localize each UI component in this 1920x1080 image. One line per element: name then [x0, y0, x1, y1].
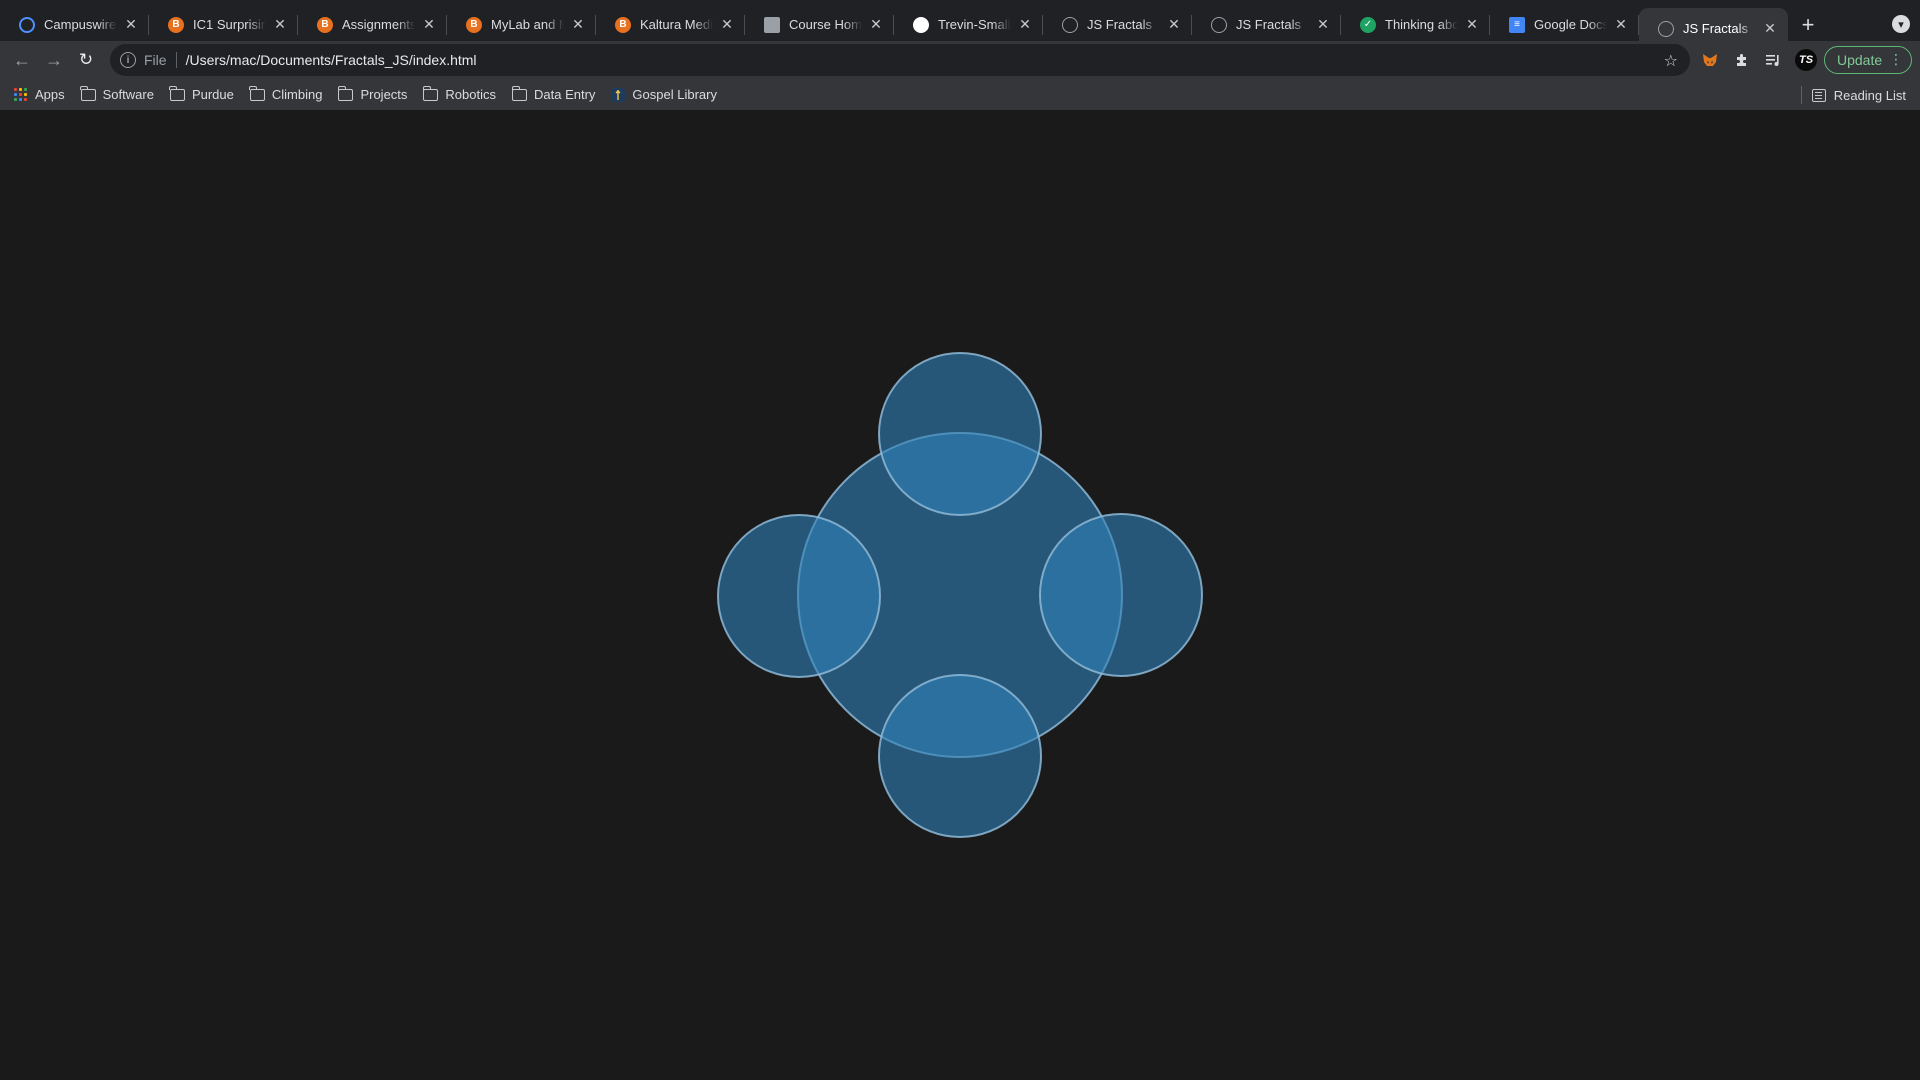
- close-icon[interactable]: ✕: [1464, 16, 1480, 33]
- folder-icon: [249, 85, 265, 101]
- bookmark-apps[interactable]: Apps: [14, 87, 65, 102]
- brightspace-icon: B: [317, 16, 333, 33]
- media-queue-icon[interactable]: [1763, 50, 1783, 70]
- top-circle: [878, 352, 1042, 516]
- tab-title: Thinking about: [1385, 17, 1458, 32]
- campuswire-icon: [19, 16, 35, 33]
- tab-search-icon[interactable]: ▾: [1892, 15, 1910, 33]
- github-icon: [913, 16, 929, 33]
- tab-title: JS Fractals: [1236, 17, 1302, 32]
- globe-icon: [1211, 16, 1227, 33]
- update-label: Update: [1837, 52, 1883, 68]
- close-icon[interactable]: ✕: [1017, 16, 1033, 33]
- right-circle: [1039, 513, 1203, 677]
- bottom-circle: [878, 674, 1042, 838]
- close-icon[interactable]: ✕: [868, 16, 884, 33]
- tab-title: JS Fractals: [1087, 17, 1153, 32]
- gospel-library-icon: [611, 87, 626, 102]
- bookmark-label: Data Entry: [534, 87, 596, 102]
- metamask-extension-icon[interactable]: [1700, 50, 1720, 70]
- brightspace-icon: B: [168, 16, 184, 33]
- folder-icon: [511, 85, 527, 101]
- google-docs-icon: ≡: [1509, 16, 1525, 33]
- bookmark-software[interactable]: Software: [80, 85, 154, 102]
- folder-icon: [80, 85, 96, 101]
- close-icon[interactable]: ✕: [421, 16, 437, 33]
- folder-icon: [169, 85, 185, 101]
- bookmark-climbing[interactable]: Climbing: [249, 85, 323, 102]
- address-bar[interactable]: i File /Users/mac/Documents/Fractals_JS/…: [110, 44, 1690, 76]
- bookmarks-bar: Apps Software Purdue Climbing Projects Roboti…: [0, 79, 1920, 110]
- scheme-chip: File: [144, 52, 177, 68]
- check-shield-icon: ✓: [1360, 16, 1376, 33]
- close-icon[interactable]: ✕: [1166, 16, 1182, 33]
- close-icon[interactable]: ✕: [123, 16, 139, 33]
- back-button[interactable]: ←: [6, 44, 38, 76]
- forward-button[interactable]: →: [38, 44, 70, 76]
- brightspace-icon: B: [466, 16, 482, 33]
- tab-title: Google Docs: [1534, 17, 1607, 32]
- tab-title: Course Home: [789, 17, 862, 32]
- folder-icon: [422, 85, 439, 101]
- profile-avatar[interactable]: TS: [1795, 49, 1817, 71]
- globe-icon: [1658, 20, 1674, 37]
- brightspace-icon: B: [615, 16, 631, 33]
- bookmark-label: Purdue: [191, 87, 234, 102]
- bookmark-label: Projects: [360, 87, 408, 102]
- bookmark-label: Gospel Library: [632, 87, 717, 102]
- reading-list-icon: [1811, 88, 1826, 102]
- close-icon[interactable]: ✕: [272, 16, 288, 33]
- close-icon[interactable]: ✕: [1762, 20, 1778, 37]
- bookmark-label: Apps: [35, 87, 65, 102]
- site-info-icon[interactable]: i: [120, 52, 136, 68]
- close-icon[interactable]: ✕: [1613, 16, 1629, 33]
- close-icon[interactable]: ✕: [570, 16, 586, 33]
- bookmark-robotics[interactable]: Robotics: [422, 85, 496, 102]
- apps-grid-icon: [14, 87, 28, 102]
- toolbar: ← → ↻ i File /Users/mac/Documents/Fracta…: [0, 41, 1920, 79]
- tab-title: Kaltura Media: [640, 17, 713, 32]
- tab-title: Campuswire: [44, 17, 117, 32]
- bookmark-data-entry[interactable]: Data Entry: [511, 85, 596, 102]
- url-text[interactable]: /Users/mac/Documents/Fractals_JS/index.h…: [186, 52, 477, 68]
- tab-title: MyLab and Ma: [491, 17, 564, 32]
- bookmark-gospel-library[interactable]: Gospel Library: [611, 87, 717, 102]
- reload-button[interactable]: ↻: [70, 44, 102, 76]
- tab-title: Assignments -: [342, 17, 415, 32]
- update-button[interactable]: Update ⋮: [1824, 46, 1912, 74]
- bookmark-star-icon[interactable]: ☆: [1664, 51, 1678, 71]
- fractal-canvas: [717, 352, 1203, 838]
- bookmark-label: Robotics: [445, 87, 496, 102]
- document-icon: [764, 16, 780, 33]
- bookmark-label: Climbing: [271, 87, 323, 102]
- tab-title: JS Fractals: [1683, 21, 1749, 36]
- bookmark-projects[interactable]: Projects: [337, 85, 408, 102]
- reading-list-divider: [1800, 86, 1802, 104]
- tab-title: IC1 Surprising: [193, 17, 266, 32]
- tab-title: Trevin-Small/J: [938, 17, 1011, 32]
- page-content: [0, 110, 1920, 1080]
- left-circle: [717, 514, 881, 678]
- bookmark-label: Software: [102, 87, 154, 102]
- close-icon[interactable]: ✕: [1315, 16, 1331, 33]
- extensions-puzzle-icon[interactable]: [1732, 50, 1752, 70]
- globe-icon: [1062, 16, 1078, 33]
- kebab-menu-icon[interactable]: ⋮: [1889, 51, 1903, 68]
- reading-list-label: Reading List: [1833, 87, 1906, 103]
- close-icon[interactable]: ✕: [719, 16, 735, 33]
- reading-list-button[interactable]: Reading List: [1800, 86, 1906, 104]
- folder-icon: [337, 85, 354, 101]
- bookmark-purdue[interactable]: Purdue: [169, 85, 234, 102]
